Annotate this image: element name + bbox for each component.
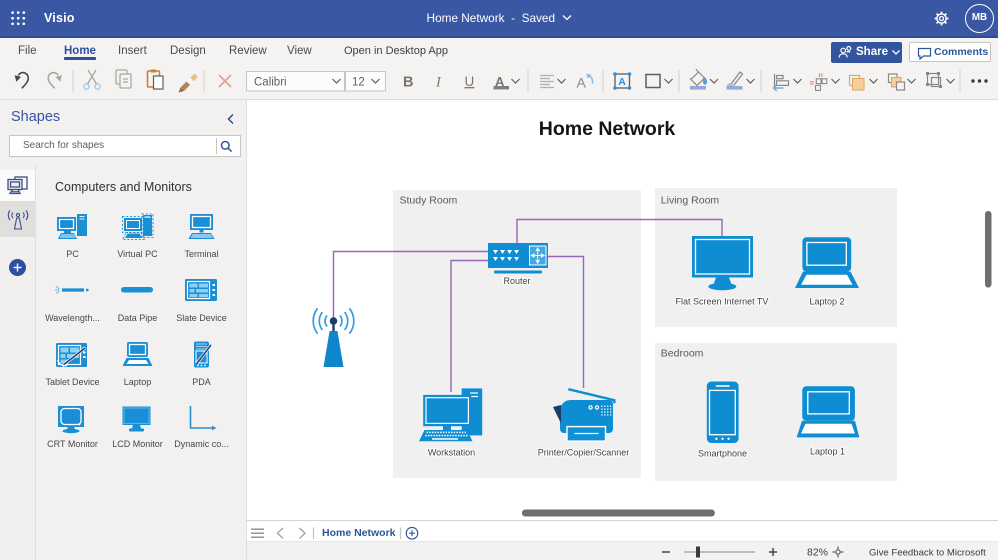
svg-text:Workstation: Workstation: [428, 448, 475, 458]
svg-text:U: U: [465, 74, 475, 89]
svg-text:Router: Router: [503, 276, 530, 286]
svg-text:12: 12: [352, 77, 365, 89]
svg-text:Printer/Copier/Scanner: Printer/Copier/Scanner: [538, 448, 630, 458]
svg-text:Bedroom: Bedroom: [661, 348, 704, 360]
svg-text:Give Feedback to Microsoft: Give Feedback to Microsoft: [869, 548, 986, 559]
svg-text:Flat Screen Internet TV: Flat Screen Internet TV: [676, 297, 769, 307]
svg-text:Laptop 1: Laptop 1: [810, 447, 845, 457]
svg-text:B: B: [403, 75, 413, 91]
svg-text:Laptop 2: Laptop 2: [809, 297, 844, 307]
svg-text:82%: 82%: [807, 547, 828, 559]
svg-text:A: A: [577, 75, 587, 91]
svg-text:Living Room: Living Room: [661, 195, 720, 207]
svg-text:Home Network: Home Network: [539, 118, 676, 140]
svg-text:Study Room: Study Room: [400, 194, 458, 206]
svg-text:A: A: [618, 76, 626, 88]
svg-text:Smartphone: Smartphone: [698, 449, 747, 459]
svg-text:I: I: [435, 75, 442, 91]
svg-text:Calibri: Calibri: [254, 77, 287, 89]
